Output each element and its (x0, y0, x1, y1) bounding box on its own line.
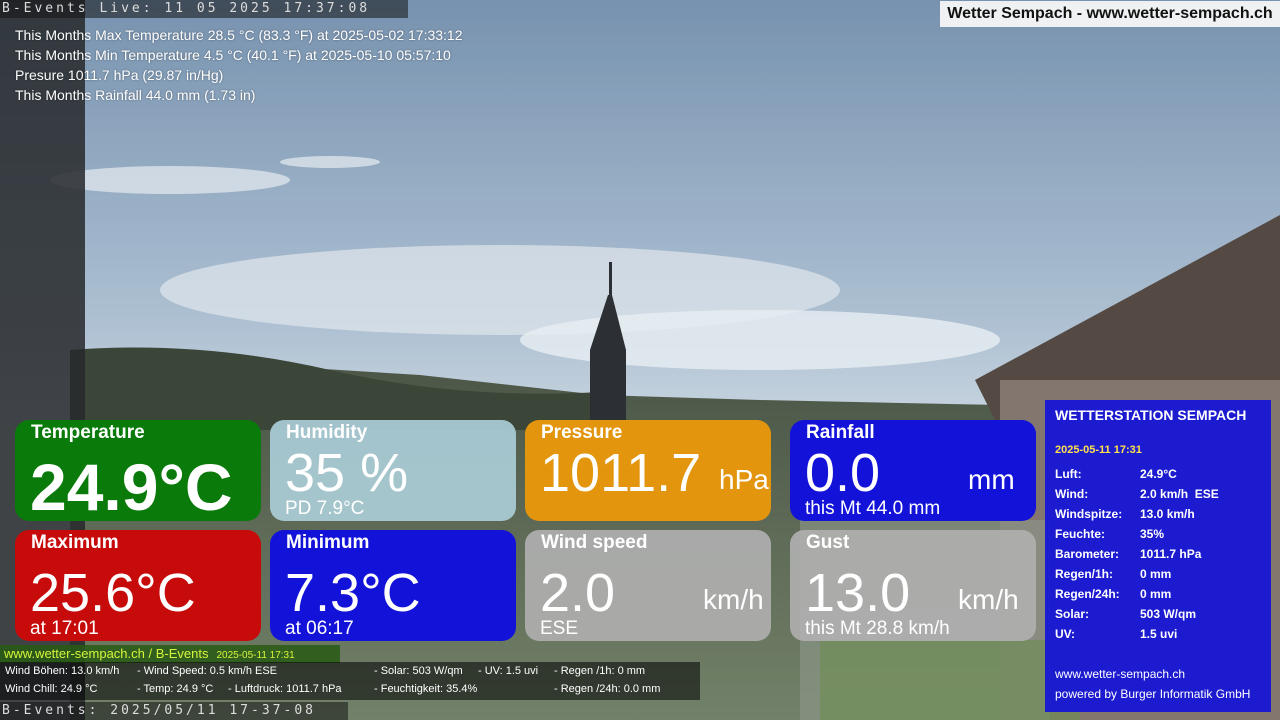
tile-unit: mm (968, 464, 1015, 495)
tile-value: 1011.7 (540, 443, 702, 503)
station-rows: Luft: 24.9°C Wind: 2.0 km/h ESE Windspitze: 1… (1055, 464, 1261, 644)
ticker-regen-24h: - Regen /24h: 0.0 mm (554, 683, 661, 695)
station-row: Regen/1h: 0 mm (1055, 564, 1261, 584)
station-row-label: Regen/24h: (1055, 587, 1120, 601)
station-row-label: Wind: (1055, 487, 1089, 501)
tile-pressure: Pressure 1011.7 hPa (525, 420, 771, 521)
station-panel: WETTERSTATION SEMPACH 2025-05-11 17:31 L… (1045, 400, 1271, 712)
station-row-label: Regen/1h: (1055, 567, 1114, 581)
tile-unit: km/h (703, 584, 764, 615)
station-row-value: 503 W/qm (1140, 607, 1197, 621)
station-row: Windspitze: 13.0 km/h (1055, 504, 1261, 524)
bottom-link[interactable]: www.wetter-sempach.ch / B-Events (4, 646, 208, 661)
station-url[interactable]: www.wetter-sempach.ch (1055, 667, 1185, 681)
tile-title: Gust (806, 532, 850, 553)
station-row: Feuchte: 35% (1055, 524, 1261, 544)
station-row-value: 0 mm (1140, 567, 1172, 581)
station-row-label: UV: (1055, 627, 1076, 641)
station-row-value: 1011.7 hPa (1140, 547, 1202, 561)
tile-gust: Gust 13.0 km/h this Mt 28.8 km/h (790, 530, 1036, 641)
station-row-value: 0 mm (1140, 587, 1172, 601)
tile-temperature: Temperature 24.9°C (15, 420, 261, 521)
tile-unit: hPa (719, 464, 769, 495)
station-row: Solar: 503 W/qm (1055, 604, 1261, 624)
stat-min-temp: This Months Min Temperature 4.5 °C (40.1… (15, 47, 451, 63)
ticker-luftdruck: - Luftdruck: 1011.7 hPa (228, 683, 342, 695)
tile-unit: km/h (958, 584, 1019, 615)
ticker-solar: - Solar: 503 W/qm (374, 665, 463, 677)
tile-value: 24.9°C (30, 450, 233, 521)
tile-value: 13.0 (805, 563, 911, 623)
ticker-wind-boehen: Wind Böhen: 13.0 km/h (5, 665, 120, 677)
tile-title: Wind speed (541, 532, 648, 553)
station-row-value: 13.0 km/h (1140, 507, 1195, 521)
tile-value: 2.0 (540, 563, 616, 623)
station-row-label: Solar: (1055, 607, 1090, 621)
stat-max-temp: This Months Max Temperature 28.5 °C (83.… (15, 27, 463, 43)
tile-title: Humidity (286, 422, 368, 443)
tile-humidity: Humidity 35 % PD 7.9°C (270, 420, 516, 521)
site-title[interactable]: Wetter Sempach - www.wetter-sempach.ch (940, 1, 1280, 27)
station-credit: powered by Burger Informatik GmbH (1055, 687, 1251, 701)
station-row-value: 35% (1140, 527, 1165, 541)
live-timestamp-bar: B-Events Live: 11 05 2025 17:37:08 (0, 0, 408, 18)
tile-value: 35 % (285, 443, 409, 503)
station-title: WETTERSTATION SEMPACH (1055, 407, 1247, 423)
station-row: Wind: 2.0 km/h ESE (1055, 484, 1261, 504)
weather-ticker: Wind Böhen: 13.0 km/h - Wind Speed: 0.5 … (0, 662, 700, 700)
bottom-link-date: 2025-05-11 17:31 (216, 650, 295, 661)
tile-sub: at 17:01 (30, 618, 99, 639)
station-row-label: Windspitze: (1055, 507, 1123, 521)
stat-rainfall: This Months Rainfall 44.0 mm (1.73 in) (15, 87, 256, 103)
station-date: 2025-05-11 17:31 (1055, 444, 1142, 456)
tile-rainfall: Rainfall 0.0 mm this Mt 44.0 mm (790, 420, 1036, 521)
tile-maximum: Maximum 25.6°C at 17:01 (15, 530, 261, 641)
tile-title: Rainfall (806, 422, 875, 443)
ticker-regen-1h: - Regen /1h: 0 mm (554, 665, 646, 677)
ticker-uv: - UV: 1.5 uvi (478, 665, 539, 677)
station-row: Barometer: 1011.7 hPa (1055, 544, 1261, 564)
ticker-wind-chill: Wind Chill: 24.9 °C (5, 683, 98, 695)
tile-sub: this Mt 28.8 km/h (805, 618, 950, 639)
station-row: UV: 1.5 uvi (1055, 624, 1261, 644)
ticker-temp: - Temp: 24.9 °C (137, 683, 214, 695)
monthly-stats: This Months Max Temperature 28.5 °C (83.… (15, 25, 463, 105)
tile-value: 0.0 (805, 443, 881, 503)
tile-title: Maximum (31, 532, 119, 553)
tile-sub: PD 7.9°C (285, 498, 365, 519)
tile-minimum: Minimum 7.3°C at 06:17 (270, 530, 516, 641)
station-row-label: Luft: (1055, 467, 1082, 481)
tile-value: 25.6°C (30, 563, 196, 623)
station-row-label: Feuchte: (1055, 527, 1106, 541)
tile-title: Minimum (286, 532, 370, 553)
tile-sub: at 06:17 (285, 618, 354, 639)
tile-title: Pressure (541, 422, 623, 443)
station-row: Regen/24h: 0 mm (1055, 584, 1261, 604)
ticker-feuchtigkeit: - Feuchtigkeit: 35.4% (374, 683, 478, 695)
tile-wind-speed: Wind speed 2.0 km/h ESE (525, 530, 771, 641)
stat-pressure: Presure 1011.7 hPa (29.87 in/Hg) (15, 67, 224, 83)
station-row-value: 2.0 km/h ESE (1140, 487, 1219, 501)
tile-value: 7.3°C (285, 563, 421, 623)
station-row-label: Barometer: (1055, 547, 1120, 561)
station-row-value: 24.9°C (1140, 467, 1177, 481)
tile-sub: this Mt 44.0 mm (805, 498, 941, 519)
tile-sub: ESE (540, 618, 579, 639)
station-row: Luft: 24.9°C (1055, 464, 1261, 484)
bottom-timestamp-bar: B-Events: 2025/05/11 17-37-08 (0, 702, 348, 720)
ticker-wind-speed: - Wind Speed: 0.5 km/h ESE (137, 665, 278, 677)
station-row-value: 1.5 uvi (1140, 627, 1178, 641)
bottom-link-bar: www.wetter-sempach.ch / B-Events 2025-05-… (0, 645, 340, 663)
tile-title: Temperature (31, 422, 145, 443)
